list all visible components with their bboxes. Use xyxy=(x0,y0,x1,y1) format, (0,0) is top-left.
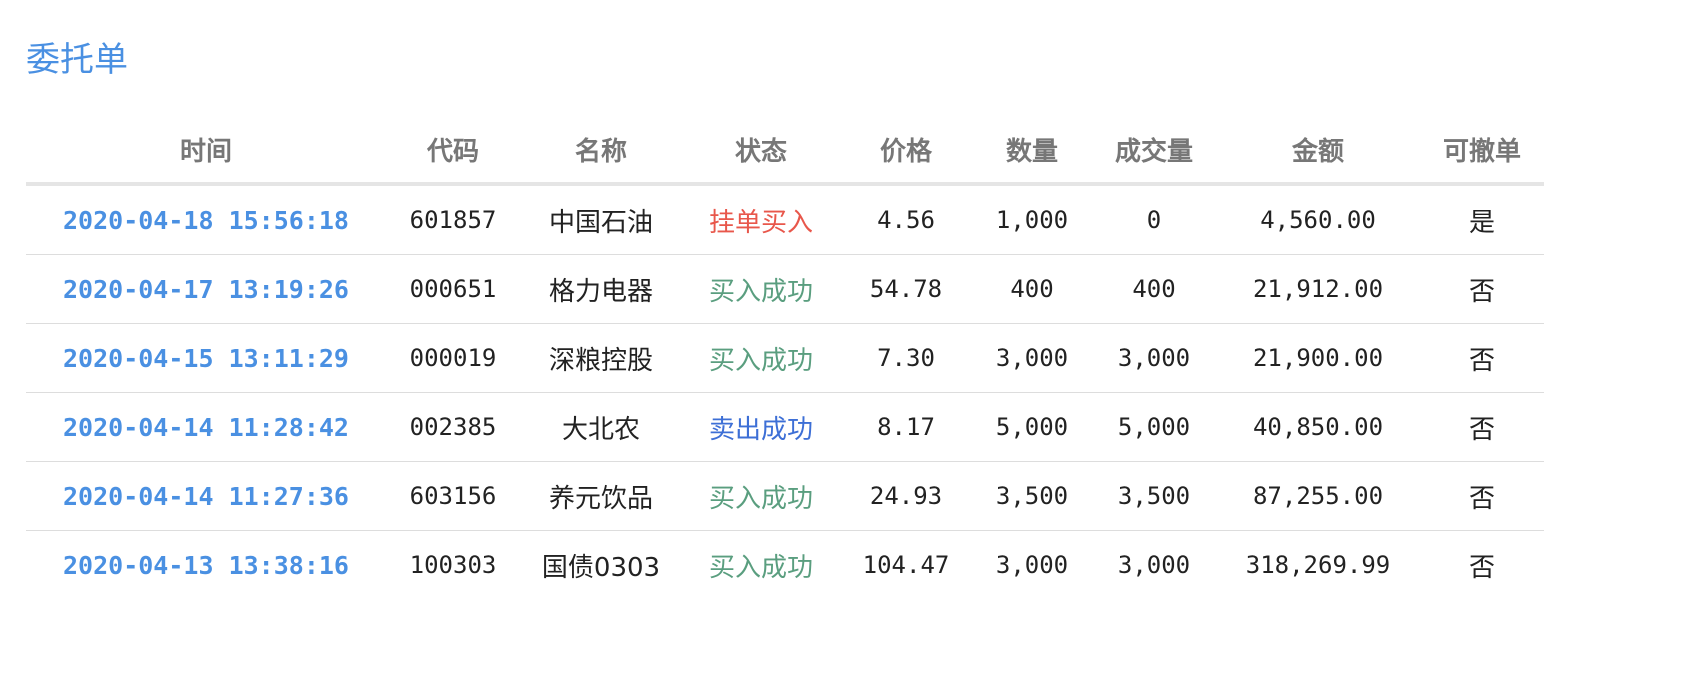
order-code: 601857 xyxy=(386,184,520,255)
order-time[interactable]: 2020-04-13 13:38:16 xyxy=(26,531,386,600)
order-stock-name: 中国石油 xyxy=(520,184,682,255)
order-time[interactable]: 2020-04-14 11:28:42 xyxy=(26,392,386,462)
order-quantity: 3,000 xyxy=(995,551,1069,579)
order-status-cell: 买入成功 xyxy=(682,323,840,393)
orders-table: 时间 代码 名称 状态 价格 数量 成交量 金额 可撤单 2020-04-18 … xyxy=(26,116,1544,599)
order-stock-name: 养元饮品 xyxy=(520,461,682,531)
header-time: 时间 xyxy=(26,116,386,186)
header-cancelable: 可撤单 xyxy=(1420,116,1544,186)
table-row[interactable]: 2020-04-18 15:56:18 601857 中国石油 挂单买入 4.5… xyxy=(26,184,1544,255)
table-header-row: 时间 代码 名称 状态 价格 数量 成交量 金额 可撤单 xyxy=(26,116,1544,186)
order-price: 4.56 xyxy=(840,184,972,255)
order-amount: 21,900.00 xyxy=(1216,323,1420,393)
order-code: 603156 xyxy=(386,461,520,531)
order-filled: 5,000 xyxy=(1092,392,1216,462)
order-status: 挂单买入 xyxy=(708,207,813,238)
order-time[interactable]: 2020-04-14 11:27:36 xyxy=(26,461,386,531)
order-status-cell: 卖出成功 xyxy=(682,392,840,462)
order-status: 买入成功 xyxy=(708,345,813,376)
table-row[interactable]: 2020-04-13 13:38:16 100303 国债0303 买入成功 1… xyxy=(26,531,1544,600)
order-quantity: 1,000 xyxy=(972,184,1092,255)
order-status: 买入成功 xyxy=(708,552,813,583)
order-cancelable: 否 xyxy=(1468,552,1495,583)
order-status: 买入成功 xyxy=(708,276,813,307)
header-status: 状态 xyxy=(682,116,840,186)
order-amount: 87,255.00 xyxy=(1216,461,1420,531)
order-price: 104.47 xyxy=(862,551,950,579)
header-filled: 成交量 xyxy=(1092,116,1216,186)
order-time[interactable]: 2020-04-18 15:56:18 xyxy=(26,184,386,255)
order-status-cell: 买入成功 xyxy=(682,531,840,600)
order-amount: 4,560.00 xyxy=(1216,184,1420,255)
order-status: 卖出成功 xyxy=(708,414,813,445)
order-stock-name: 大北农 xyxy=(520,392,682,462)
table-row[interactable]: 2020-04-17 13:19:26 000651 格力电器 买入成功 54.… xyxy=(26,254,1544,324)
order-status-cell: 挂单买入 xyxy=(682,184,840,255)
order-quantity: 3,500 xyxy=(972,461,1092,531)
table-row[interactable]: 2020-04-15 13:11:29 000019 深粮控股 买入成功 7.3… xyxy=(26,323,1544,393)
order-cancelable: 是 xyxy=(1420,184,1544,255)
order-stock-name: 国债0303 xyxy=(541,552,661,583)
header-name: 名称 xyxy=(520,116,682,186)
order-time[interactable]: 2020-04-15 13:11:29 xyxy=(26,323,386,393)
order-status: 买入成功 xyxy=(708,483,813,514)
header-amount: 金额 xyxy=(1216,116,1420,186)
order-price: 54.78 xyxy=(840,254,972,324)
order-price: 7.30 xyxy=(840,323,972,393)
order-cancelable: 否 xyxy=(1420,392,1544,462)
table-row[interactable]: 2020-04-14 11:28:42 002385 大北农 卖出成功 8.17… xyxy=(26,392,1544,462)
header-price: 价格 xyxy=(840,116,972,186)
order-filled: 3,000 xyxy=(1092,323,1216,393)
page-title: 委托单 xyxy=(26,40,128,80)
order-cancelable: 否 xyxy=(1420,323,1544,393)
order-quantity: 5,000 xyxy=(972,392,1092,462)
order-quantity: 400 xyxy=(972,254,1092,324)
order-code: 100303 xyxy=(409,551,497,579)
order-time[interactable]: 2020-04-17 13:19:26 xyxy=(26,254,386,324)
order-amount: 21,912.00 xyxy=(1216,254,1420,324)
order-status-cell: 买入成功 xyxy=(682,461,840,531)
order-stock-name: 深粮控股 xyxy=(520,323,682,393)
order-amount: 318,269.99 xyxy=(1245,551,1391,579)
order-price: 8.17 xyxy=(840,392,972,462)
header-quantity: 数量 xyxy=(972,116,1092,186)
order-filled: 3,500 xyxy=(1092,461,1216,531)
order-price: 24.93 xyxy=(840,461,972,531)
order-filled: 0 xyxy=(1092,184,1216,255)
order-filled: 3,000 xyxy=(1117,551,1191,579)
order-cancelable: 否 xyxy=(1420,254,1544,324)
order-filled: 400 xyxy=(1092,254,1216,324)
order-amount: 40,850.00 xyxy=(1216,392,1420,462)
header-code: 代码 xyxy=(386,116,520,186)
order-cancelable: 否 xyxy=(1420,461,1544,531)
order-status-cell: 买入成功 xyxy=(682,254,840,324)
order-code: 002385 xyxy=(386,392,520,462)
order-quantity: 3,000 xyxy=(972,323,1092,393)
order-code: 000019 xyxy=(386,323,520,393)
order-stock-name: 格力电器 xyxy=(520,254,682,324)
table-row[interactable]: 2020-04-14 11:27:36 603156 养元饮品 买入成功 24.… xyxy=(26,461,1544,531)
order-code: 000651 xyxy=(386,254,520,324)
